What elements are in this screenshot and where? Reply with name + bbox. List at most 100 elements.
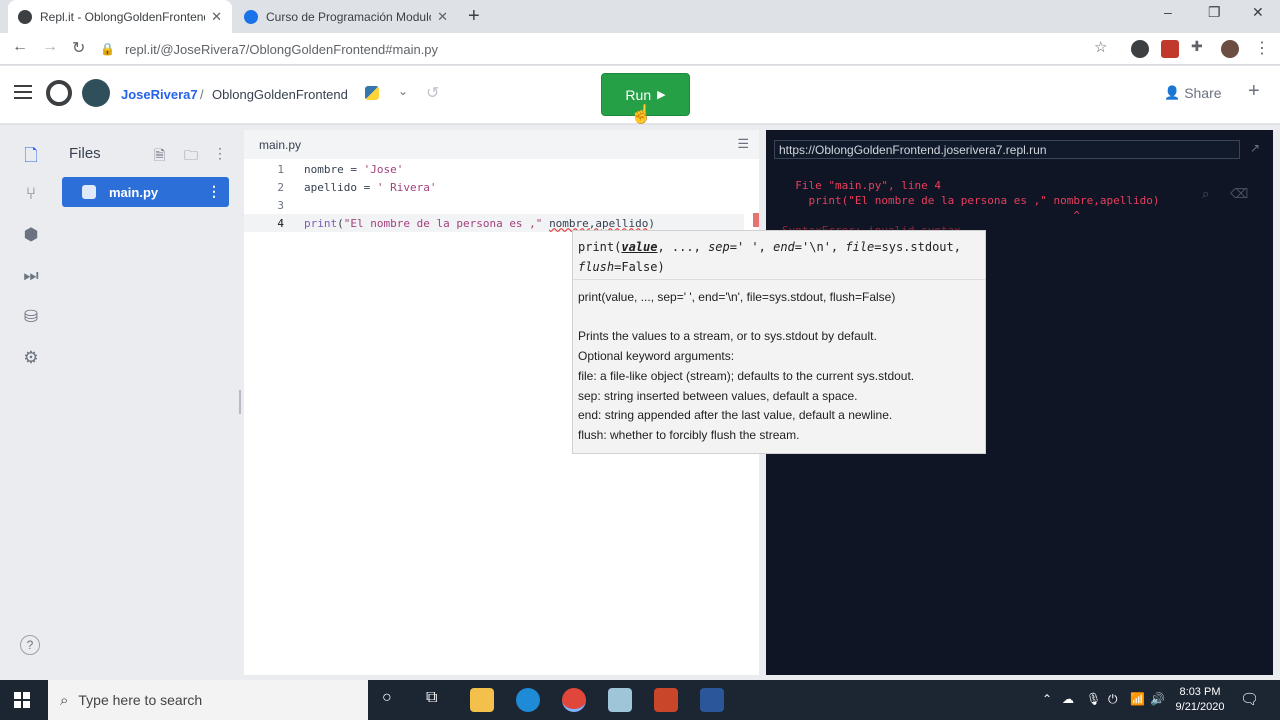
doc-line: sep: string inserted between values, def… bbox=[578, 388, 858, 403]
replit-logo[interactable] bbox=[46, 80, 72, 106]
project-name[interactable]: OblongGoldenFrontend bbox=[212, 87, 348, 102]
power-icon[interactable]: ⏻ bbox=[1108, 692, 1118, 707]
line-text: apellido = ' Rivera' bbox=[304, 180, 437, 194]
username-link[interactable]: JoseRivera7 bbox=[121, 87, 198, 102]
editor-tab-main-py[interactable]: main.py bbox=[259, 138, 301, 152]
history-icon[interactable]: ↺ bbox=[426, 83, 439, 103]
file-options-icon[interactable]: ⋮ bbox=[207, 183, 221, 200]
sig-fn: print( bbox=[578, 240, 622, 254]
puzzle-extensions-icon[interactable]: ✚ bbox=[1191, 38, 1203, 55]
close-tab-icon[interactable]: ✕ bbox=[437, 9, 448, 25]
minimize-button[interactable]: – bbox=[1164, 4, 1172, 20]
console-line: print("El nombre de la persona es ," nom… bbox=[782, 194, 1160, 207]
doc-line: flush: whether to forcibly flush the str… bbox=[578, 427, 800, 442]
doc-line: Optional keyword arguments: bbox=[578, 349, 735, 364]
open-external-icon[interactable]: ↗ bbox=[1250, 141, 1260, 155]
panel-resize-handle[interactable] bbox=[239, 390, 241, 414]
word-icon[interactable] bbox=[700, 688, 724, 712]
add-user-icon: 👤 bbox=[1164, 85, 1181, 100]
search-icon: ⌕ bbox=[60, 691, 69, 709]
new-folder-icon[interactable]: 🗀 bbox=[184, 145, 198, 169]
version-control-icon[interactable]: ⑂ bbox=[20, 184, 42, 206]
files-panel: Files 🗎 🗀 ⋮ main.py ⋮ bbox=[60, 130, 238, 675]
onedrive-icon[interactable]: ☁ bbox=[1062, 692, 1074, 706]
console-line: File "main.py", line 4 bbox=[782, 179, 941, 192]
search-icon[interactable]: ⌕ bbox=[1202, 186, 1209, 202]
doc-line: Prints the values to a stream, or to sys… bbox=[578, 329, 877, 344]
show-hidden-icons[interactable]: ⌃ bbox=[1042, 692, 1052, 706]
extension-icon[interactable] bbox=[1161, 40, 1179, 58]
edge-icon[interactable] bbox=[516, 688, 540, 712]
notifications-icon[interactable]: 🗨 bbox=[1240, 690, 1259, 708]
extension-icon[interactable] bbox=[1131, 40, 1149, 58]
sig-param: sep bbox=[708, 240, 730, 254]
new-file-icon[interactable]: 🗎 bbox=[154, 145, 165, 169]
files-icon[interactable]: 🗋 bbox=[20, 143, 42, 165]
console-output[interactable]: File "main.py", line 4 print("El nombre … bbox=[782, 178, 1160, 238]
sig-text: =False) bbox=[614, 260, 665, 274]
reload-button[interactable]: ↻ bbox=[72, 38, 85, 58]
clear-console-icon[interactable]: ⌫ bbox=[1230, 186, 1248, 202]
format-code-icon[interactable]: ☰ bbox=[737, 136, 749, 152]
bookmark-star-icon[interactable]: ☆ bbox=[1094, 38, 1107, 56]
database-icon[interactable]: ⛁ bbox=[20, 307, 42, 329]
taskbar-search[interactable]: ⌕ Type here to search bbox=[48, 680, 368, 720]
sig-text: =' ', bbox=[729, 240, 774, 254]
replit-favicon-icon bbox=[18, 9, 32, 24]
wifi-icon[interactable]: 📶 bbox=[1130, 692, 1145, 706]
share-button[interactable]: 👤 Share bbox=[1164, 85, 1222, 101]
chrome-icon[interactable] bbox=[562, 688, 586, 712]
settings-gear-icon[interactable]: ⚙ bbox=[20, 348, 42, 370]
sig-text: ='\n', bbox=[794, 240, 846, 254]
close-tab-icon[interactable]: ✕ bbox=[211, 9, 222, 25]
lock-icon: 🔒 bbox=[100, 42, 115, 56]
microphone-icon[interactable]: 🎙 bbox=[1086, 692, 1101, 706]
hamburger-menu-icon[interactable] bbox=[14, 85, 32, 99]
help-icon[interactable]: ? bbox=[20, 635, 40, 655]
back-button[interactable]: ← bbox=[12, 38, 28, 56]
sig-active-param: value bbox=[621, 240, 658, 254]
volume-icon[interactable]: 🔊 bbox=[1150, 692, 1165, 706]
line-number: 3 bbox=[277, 198, 284, 212]
avatar[interactable] bbox=[82, 79, 110, 107]
profile-avatar[interactable] bbox=[1221, 40, 1239, 58]
windows-start-icon[interactable] bbox=[14, 692, 30, 708]
menu-dots-icon[interactable]: ⋮ bbox=[1254, 38, 1270, 58]
forward-button[interactable]: → bbox=[42, 38, 58, 56]
address-bar[interactable]: 🔒 repl.it/@JoseRivera7/OblongGoldenFront… bbox=[100, 36, 1120, 62]
python-file-icon bbox=[82, 185, 96, 199]
new-tab-button[interactable]: + bbox=[468, 5, 480, 28]
app-icon[interactable] bbox=[608, 688, 632, 712]
browser-tab-strip: Repl.it - OblongGoldenFrontend ✕ Curso d… bbox=[0, 0, 1280, 33]
clock-time: 8:03 PM bbox=[1179, 686, 1221, 698]
task-view-icon[interactable]: ⧉ bbox=[426, 689, 437, 707]
add-button[interactable]: + bbox=[1248, 80, 1260, 103]
packages-icon[interactable]: ⬢ bbox=[20, 225, 42, 247]
sig-param: end bbox=[773, 240, 795, 254]
line-number: 4 bbox=[277, 216, 284, 230]
repl-header: JoseRivera7 / OblongGoldenFrontend ⌄ ↺ R… bbox=[0, 66, 1280, 124]
doc-line: end: string appended after the last valu… bbox=[578, 408, 893, 423]
chevron-down-icon[interactable]: ⌄ bbox=[398, 84, 408, 98]
sig-param: flush bbox=[578, 260, 615, 274]
line-number: 1 bbox=[277, 162, 284, 176]
code-lines[interactable]: 1 nombre = 'Jose' 2 apellido = ' Rivera'… bbox=[244, 160, 744, 232]
file-explorer-icon[interactable] bbox=[470, 688, 494, 712]
maximize-button[interactable]: ❐ bbox=[1208, 4, 1221, 21]
browser-tab-course[interactable]: Curso de Programación Modulo ✕ bbox=[234, 0, 458, 33]
browser-toolbar: ← → ↻ 🔒 repl.it/@JoseRivera7/OblongGolde… bbox=[0, 33, 1280, 65]
tooltip-doc: print(value, ..., sep=' ', end='\n', fil… bbox=[573, 280, 985, 454]
files-panel-title: Files bbox=[69, 145, 101, 162]
share-label: Share bbox=[1184, 85, 1222, 101]
debugger-icon[interactable]: ⏭ bbox=[20, 266, 42, 288]
files-menu-icon[interactable]: ⋮ bbox=[213, 145, 227, 162]
browser-tab-replit[interactable]: Repl.it - OblongGoldenFrontend ✕ bbox=[8, 0, 232, 33]
line-text-error: print("El nombre de la persona es ," nom… bbox=[304, 216, 656, 230]
system-clock[interactable]: 8:03 PM 9/21/2020 bbox=[1170, 685, 1230, 715]
doc-line: file: a file-like object (stream); defau… bbox=[578, 368, 915, 383]
powerpoint-icon[interactable] bbox=[654, 688, 678, 712]
cortana-icon[interactable]: ○ bbox=[382, 689, 392, 707]
close-window-button[interactable]: ✕ bbox=[1252, 4, 1264, 21]
webview-url-field[interactable]: https://OblongGoldenFrontend.joserivera7… bbox=[774, 140, 1240, 159]
file-item-main-py[interactable]: main.py ⋮ bbox=[62, 177, 229, 207]
